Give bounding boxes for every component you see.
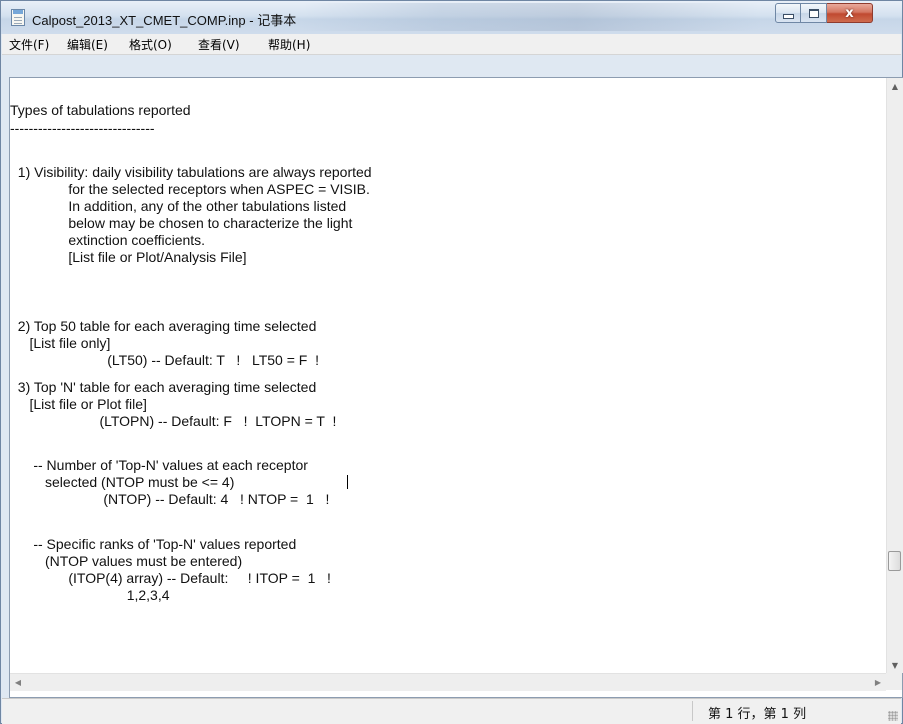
cursor-position: 第 1 行，第 1 列 bbox=[708, 707, 807, 722]
close-icon: x bbox=[845, 5, 854, 21]
title-bar-glass bbox=[301, 3, 761, 31]
close-button[interactable]: x bbox=[827, 3, 873, 23]
status-divider bbox=[692, 701, 693, 721]
text-line: 3) Top 'N' table for each averaging time… bbox=[10, 379, 317, 395]
text-line: selected (NTOP must be <= 4) bbox=[10, 474, 235, 490]
text-line: [List file or Plot/Analysis File] bbox=[10, 249, 247, 265]
text-line: extinction coefficients. bbox=[10, 232, 206, 248]
scroll-right-icon[interactable]: ▶ bbox=[870, 674, 886, 691]
notepad-window: Calpost_2013_XT_CMET_COMP.inp - 记事本 x 文件… bbox=[0, 0, 903, 724]
text-line: (NTOP) -- Default: 4 ! NTOP = 1 ! bbox=[10, 491, 330, 507]
text-line: below may be chosen to characterize the … bbox=[10, 215, 353, 231]
menu-bar: 文件(F) 编辑(E) 格式(O) 查看(V) 帮助(H) bbox=[2, 34, 901, 55]
text-editor[interactable]: Types of tabulations reported ----------… bbox=[10, 79, 885, 672]
menu-format[interactable]: 格式(O) bbox=[129, 36, 172, 53]
vertical-scrollbar[interactable]: ▲ ▼ bbox=[886, 78, 903, 673]
text-line: In addition, any of the other tabulation… bbox=[10, 198, 347, 214]
text-line: ------------------------------- bbox=[10, 120, 155, 136]
menu-view[interactable]: 查看(V) bbox=[198, 36, 240, 53]
text-line: [List file or Plot file] bbox=[10, 396, 147, 412]
text-line: (LT50) -- Default: T ! LT50 = F ! bbox=[10, 352, 319, 368]
scroll-up-icon[interactable]: ▲ bbox=[887, 78, 903, 94]
menu-help[interactable]: 帮助(H) bbox=[268, 36, 310, 53]
resize-grip-icon[interactable] bbox=[888, 711, 898, 721]
scrollbar-corner bbox=[886, 673, 902, 690]
text-line: -- Specific ranks of 'Top-N' values repo… bbox=[10, 536, 297, 552]
text-line: Types of tabulations reported bbox=[10, 102, 191, 118]
notepad-app-icon[interactable] bbox=[11, 9, 25, 26]
text-line: (LTOPN) -- Default: F ! LTOPN = T ! bbox=[10, 413, 337, 429]
text-line: [List file only] bbox=[10, 335, 111, 351]
status-bar: 第 1 行，第 1 列 bbox=[2, 698, 901, 724]
text-line: 1,2,3,4 bbox=[10, 587, 170, 603]
scroll-down-icon[interactable]: ▼ bbox=[887, 657, 903, 673]
text-line: (NTOP values must be entered) bbox=[10, 553, 243, 569]
menu-file[interactable]: 文件(F) bbox=[9, 36, 49, 53]
window-controls: x bbox=[775, 3, 873, 23]
window-title: Calpost_2013_XT_CMET_COMP.inp - 记事本 bbox=[32, 13, 297, 28]
text-line: for the selected receptors when ASPEC = … bbox=[10, 181, 370, 197]
text-caret bbox=[347, 475, 348, 489]
title-bar[interactable]: Calpost_2013_XT_CMET_COMP.inp - 记事本 x bbox=[1, 1, 902, 34]
scroll-left-icon[interactable]: ◀ bbox=[10, 674, 26, 691]
menu-edit[interactable]: 编辑(E) bbox=[67, 36, 108, 53]
text-line: (ITOP(4) array) -- Default: ! ITOP = 1 ! bbox=[10, 570, 331, 586]
minimize-button[interactable] bbox=[775, 3, 801, 23]
text-line: 2) Top 50 table for each averaging time … bbox=[10, 318, 317, 334]
vertical-scroll-thumb[interactable] bbox=[888, 551, 901, 571]
minimize-icon bbox=[782, 13, 794, 19]
text-line: -- Number of 'Top-N' values at each rece… bbox=[10, 457, 308, 473]
maximize-button[interactable] bbox=[801, 3, 827, 23]
text-line: 1) Visibility: daily visibility tabulati… bbox=[10, 164, 372, 180]
maximize-icon bbox=[808, 8, 819, 18]
horizontal-scrollbar[interactable]: ◀ ▶ bbox=[10, 673, 886, 691]
